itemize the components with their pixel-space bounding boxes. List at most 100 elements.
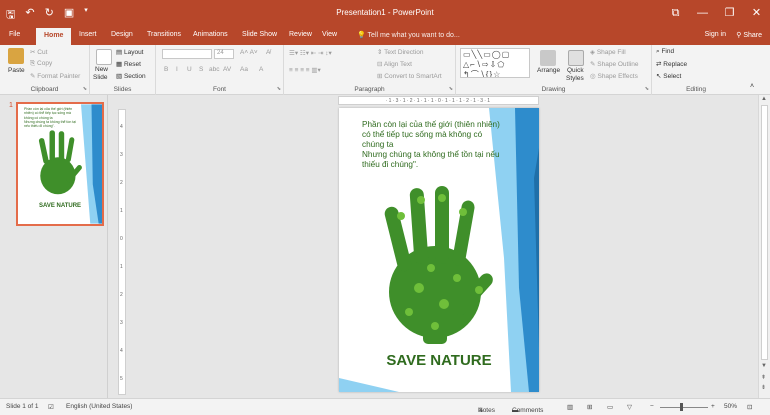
scroll-down-icon[interactable]: ▼ — [761, 363, 767, 369]
status-bar: Slide 1 of 1 ☑ English (United States) ≜… — [0, 398, 770, 415]
cut-button[interactable]: ✂ Cut — [30, 48, 47, 56]
tell-me-search[interactable]: 💡 Tell me what you want to do... — [357, 31, 460, 39]
new-slide-label-2[interactable]: Slide — [93, 74, 107, 81]
grow-font-icon[interactable]: A˄ A˅ — [240, 49, 258, 56]
group-label: Clipboard — [30, 86, 59, 93]
zoom-out-icon[interactable]: − — [650, 403, 654, 410]
thumbnail-text: Phần còn lại của thế giới (thiên nhiên) … — [24, 107, 76, 129]
format-painter-button[interactable]: ✎ Format Painter — [30, 72, 80, 80]
font-name-box[interactable] — [162, 49, 212, 59]
quick-styles-label-1[interactable]: Quick — [567, 67, 584, 74]
share-button[interactable]: ⚲ Share — [736, 31, 762, 39]
tab-home[interactable]: Home — [36, 28, 72, 45]
paste-button[interactable]: Paste — [8, 67, 25, 74]
slide-sorter-icon[interactable]: ⊞ — [587, 403, 592, 411]
slide-thumbnail[interactable]: Phần còn lại của thế giới (thiên nhiên) … — [16, 102, 104, 226]
tab-insert[interactable]: Insert — [79, 31, 97, 38]
align-icons[interactable]: ≡ ≡ ≡ ≡ ▥▾ — [289, 66, 321, 74]
ribbon-home: Paste ✂ Cut ⎘ Copy ✎ Format Painter Clip… — [0, 45, 770, 95]
window-title: Presentation1 - PowerPoint — [336, 8, 434, 17]
select-button[interactable]: ↖ Select — [656, 72, 681, 80]
zoom-slider-knob[interactable] — [680, 403, 683, 411]
thumbnail-caption: SAVE NATURE — [38, 203, 82, 209]
text-direction-button[interactable]: ⇕ Text Direction — [377, 48, 424, 56]
convert-smartart-button[interactable]: ⊞ Convert to SmartArt — [377, 72, 442, 80]
font-group: 24 A˄ A˅ A̸ B I U S abc AV Aa A Font ⬊ — [156, 45, 284, 95]
tab-animations[interactable]: Animations — [193, 31, 228, 38]
scrollbar-thumb[interactable] — [761, 105, 768, 360]
slides-group: New Slide ▤ Layout ▦ Reset ▧ Section Sli… — [90, 45, 156, 95]
change-case-button[interactable]: Aa — [240, 66, 248, 73]
char-spacing-button[interactable]: AV — [223, 66, 231, 73]
quick-styles-icon[interactable] — [568, 50, 584, 66]
shapes-gallery[interactable]: ▭╲╲▭◯▢ △⌐∖⇨⇩⬠ ↰⌒∖{}☆ — [460, 48, 530, 78]
vertical-scrollbar[interactable]: ▲ ▼ ⇞ ⇟ — [758, 95, 770, 398]
ruler-tick: 1 — [120, 264, 123, 270]
quick-styles-label-2[interactable]: Styles — [566, 75, 584, 82]
reset-button[interactable]: ▦ Reset — [116, 60, 141, 68]
new-slide-label-1[interactable]: New — [95, 66, 108, 73]
search-icon: ⌕ — [656, 48, 660, 55]
scissors-icon: ✂ — [30, 49, 36, 56]
current-slide[interactable]: Phần còn lại của thế giới (thiên nhiên) … — [339, 108, 539, 392]
find-button[interactable]: ⌕ Find — [656, 48, 674, 56]
next-slide-icon[interactable]: ⇟ — [761, 384, 766, 391]
shadow-button[interactable]: S — [199, 66, 203, 73]
arrange-icon[interactable] — [540, 50, 556, 66]
fit-slide-icon[interactable]: ⊡ — [747, 403, 752, 411]
dialog-launcher-icon[interactable]: ⬊ — [645, 86, 649, 92]
reading-view-icon[interactable]: ▭ — [607, 403, 613, 411]
tab-design[interactable]: Design — [111, 31, 133, 38]
font-size-box[interactable]: 24 — [214, 49, 234, 59]
slide-body-text[interactable]: Phần còn lại của thế giới (thiên nhiên) … — [362, 120, 502, 170]
shape-effects-button[interactable]: ◎ Shape Effects — [590, 72, 638, 80]
group-label: Slides — [113, 86, 132, 93]
underline-button[interactable]: U — [187, 66, 192, 73]
ribbon-tabs: File Home Insert Design Transitions Anim… — [0, 28, 770, 45]
restore-button[interactable]: ❐ — [716, 0, 743, 28]
dialog-launcher-icon[interactable]: ⬊ — [277, 86, 281, 92]
tab-transitions[interactable]: Transitions — [147, 31, 181, 38]
strikethrough-button[interactable]: abc — [209, 66, 219, 73]
dialog-launcher-icon[interactable]: ⬊ — [83, 86, 87, 92]
slide-show-icon[interactable]: ▽ — [627, 403, 632, 411]
tab-review[interactable]: Review — [289, 31, 312, 38]
sign-in-link[interactable]: Sign in — [705, 31, 726, 38]
ribbon-display-options-button[interactable]: ⧉ — [662, 0, 689, 28]
collapse-ribbon-icon[interactable]: ˄ — [750, 83, 754, 90]
arrange-button[interactable]: Arrange — [537, 67, 560, 74]
zoom-in-icon[interactable]: + — [711, 403, 715, 410]
zoom-slider[interactable] — [660, 407, 708, 408]
tab-file[interactable]: File — [9, 31, 20, 38]
text-direction-icon: ⇕ — [377, 49, 383, 56]
minimize-button[interactable]: — — [689, 0, 716, 28]
layout-button[interactable]: ▤ Layout — [116, 48, 144, 56]
bullets-icon[interactable]: ☰▾ ☷▾ ⇤ ⇥ ↕▾ — [289, 49, 332, 57]
spellcheck-icon[interactable]: ☑ — [48, 403, 54, 411]
smartart-icon: ⊞ — [377, 73, 383, 80]
align-text-button[interactable]: ⊟ Align Text — [377, 60, 412, 68]
copy-icon: ⎘ — [30, 60, 36, 67]
editing-group: ⌕ Find ⇄ Replace ↖ Select Editing — [652, 45, 740, 95]
scroll-up-icon[interactable]: ▲ — [761, 96, 767, 102]
tab-view[interactable]: View — [322, 31, 337, 38]
copy-button[interactable]: ⎘ Copy — [30, 60, 52, 68]
shape-outline-button[interactable]: ✎ Shape Outline — [590, 60, 638, 68]
tab-slide-show[interactable]: Slide Show — [242, 31, 277, 38]
paste-icon[interactable] — [8, 48, 24, 64]
section-button[interactable]: ▧ Section — [116, 72, 146, 80]
close-button[interactable]: ✕ — [743, 0, 770, 28]
previous-slide-icon[interactable]: ⇞ — [761, 374, 766, 381]
language-indicator[interactable]: English (United States) — [66, 403, 132, 410]
zoom-level[interactable]: 50% — [724, 403, 737, 410]
font-color-button[interactable]: A — [259, 66, 263, 73]
bold-button[interactable]: B — [164, 66, 168, 73]
clear-formatting-icon[interactable]: A̸ — [266, 49, 270, 56]
dialog-launcher-icon[interactable]: ⬊ — [449, 86, 453, 92]
replace-button[interactable]: ⇄ Replace — [656, 60, 687, 68]
slide-caption[interactable]: SAVE NATURE — [339, 352, 539, 369]
shape-fill-button[interactable]: ◈ Shape Fill — [590, 48, 626, 56]
new-slide-icon[interactable] — [96, 49, 112, 65]
italic-button[interactable]: I — [176, 66, 178, 73]
normal-view-icon[interactable]: ▥ — [567, 403, 573, 411]
